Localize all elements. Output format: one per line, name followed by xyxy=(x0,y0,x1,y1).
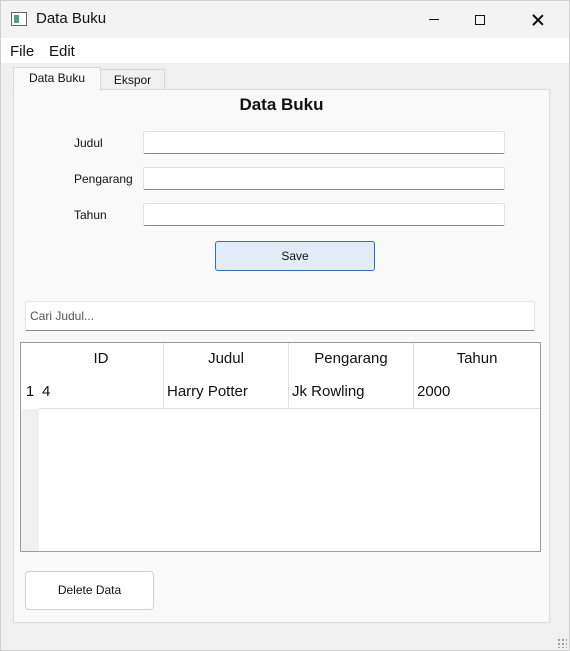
table-cell[interactable]: Harry Potter xyxy=(164,375,289,409)
close-button[interactable] xyxy=(515,1,561,38)
table-cell[interactable]: Jk Rowling xyxy=(289,375,414,409)
search-input[interactable]: Cari Judul... xyxy=(25,301,535,331)
save-button[interactable]: Save xyxy=(215,241,375,271)
table-cell[interactable]: 4 xyxy=(39,375,164,409)
form-title: Data Buku xyxy=(239,95,324,114)
table-cell[interactable]: 2000 xyxy=(414,375,540,409)
minimize-button[interactable] xyxy=(411,1,457,38)
maximize-icon xyxy=(475,14,485,25)
app-icon xyxy=(11,12,27,26)
column-header-tahun[interactable]: Tahun xyxy=(414,343,540,375)
row-header[interactable]: 1 xyxy=(21,375,39,409)
tab-data-buku[interactable]: Data Buku xyxy=(13,67,101,91)
resize-grip[interactable] xyxy=(557,638,567,648)
pengarang-label: Pengarang xyxy=(74,172,133,186)
minimize-icon xyxy=(429,19,439,20)
app-window: Data Buku File Edit Data Buku Ekspor Dat… xyxy=(0,0,570,651)
pengarang-field[interactable] xyxy=(143,167,505,190)
table-corner[interactable] xyxy=(21,343,40,375)
tahun-field[interactable] xyxy=(143,203,505,226)
column-header-id[interactable]: ID xyxy=(39,343,164,375)
menu-edit[interactable]: Edit xyxy=(49,43,75,60)
tab-ekspor[interactable]: Ekspor xyxy=(100,69,165,90)
tab-panel-data-buku: Data Buku Judul Pengarang Tahun Save Car… xyxy=(13,89,550,623)
close-icon xyxy=(532,14,544,26)
title-bar[interactable]: Data Buku xyxy=(1,1,569,38)
judul-field[interactable] xyxy=(143,131,505,154)
maximize-button[interactable] xyxy=(457,1,503,38)
menu-bar: File Edit xyxy=(1,38,569,64)
book-table[interactable]: ID Judul Pengarang Tahun 1 4 Harry Potte… xyxy=(20,342,541,552)
menu-file[interactable]: File xyxy=(10,43,34,60)
column-header-pengarang[interactable]: Pengarang xyxy=(289,343,414,375)
tahun-label: Tahun xyxy=(74,208,107,222)
column-header-judul[interactable]: Judul xyxy=(164,343,289,375)
window-title: Data Buku xyxy=(36,10,107,27)
delete-button[interactable]: Delete Data xyxy=(25,571,154,610)
judul-label: Judul xyxy=(74,136,103,150)
